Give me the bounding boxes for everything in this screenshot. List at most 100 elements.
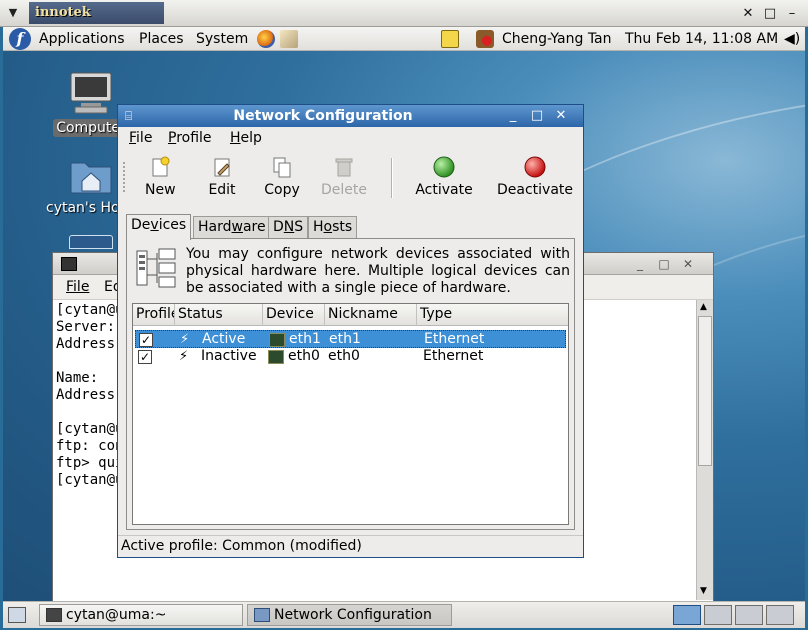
menu-system[interactable]: System	[196, 27, 248, 51]
tab-hosts[interactable]: Hosts	[308, 216, 358, 239]
tab-dns[interactable]: DNS	[268, 216, 309, 239]
maximize-icon[interactable]: □	[528, 107, 546, 125]
close-icon[interactable]: ✕	[552, 107, 570, 125]
device-type: Ethernet	[423, 348, 484, 364]
menu-file[interactable]: File	[66, 279, 89, 295]
window-menu-icon[interactable]: ▼	[3, 4, 23, 22]
toolbar-separator	[391, 158, 393, 198]
netconf-toolbar: New Edit Copy Delete Activate Deactivate	[118, 152, 583, 206]
minimize-icon[interactable]: –	[783, 5, 801, 23]
devices-tab-panel: You may configure network devices associ…	[126, 238, 575, 530]
top-panel: f Applications Places System Cheng-Yang …	[3, 27, 805, 51]
network-icon: ⌸	[125, 109, 133, 123]
terminal-icon	[46, 608, 62, 622]
task-label: Network Configuration	[274, 607, 432, 623]
menu-places[interactable]: Places	[139, 27, 184, 51]
home-folder-icon	[70, 162, 112, 194]
device-row[interactable]: ✓ ⚡ Active eth1 eth1 Ethernet	[135, 330, 566, 348]
menu-profile[interactable]: Profile	[168, 130, 212, 146]
copy-button[interactable]: Copy	[263, 156, 301, 204]
scroll-down-icon[interactable]: ▼	[700, 586, 707, 596]
green-light-icon	[433, 156, 455, 178]
new-document-icon	[152, 156, 170, 177]
update-notifier-icon[interactable]	[476, 30, 494, 48]
notes-icon[interactable]	[441, 30, 459, 48]
device-type: Ethernet	[424, 331, 485, 347]
netconf-titlebar[interactable]: Network Configuration ⌸ _ □ ✕	[118, 105, 583, 127]
workspace-2[interactable]	[704, 605, 732, 625]
column-profile[interactable]: Profile	[133, 304, 175, 326]
firefox-icon[interactable]	[257, 30, 275, 48]
network-icon	[254, 608, 270, 622]
profile-checkbox[interactable]: ✓	[139, 333, 153, 347]
network-configuration-window[interactable]: Network Configuration ⌸ _ □ ✕ File Profi…	[117, 104, 584, 558]
minimize-icon[interactable]: _	[631, 255, 649, 273]
netconf-menubar: File Profile Help	[118, 127, 583, 151]
task-network-configuration[interactable]: Network Configuration	[247, 604, 452, 626]
window-title: Network Configuration	[233, 108, 413, 124]
device-nickname: eth1	[329, 331, 361, 347]
drive-icon[interactable]	[69, 235, 113, 249]
deactivate-button[interactable]: Deactivate	[495, 156, 575, 204]
device-name: eth0	[288, 348, 320, 364]
terminal-scrollbar[interactable]: ▲ ▼	[696, 300, 713, 600]
mail-icon[interactable]	[280, 30, 298, 48]
toolbar-grip[interactable]	[123, 162, 127, 192]
show-desktop-icon[interactable]	[8, 607, 26, 623]
disconnected-plug-icon: ⚡	[179, 349, 189, 364]
status-bar: Active profile: Common (modified)	[118, 535, 583, 557]
menu-applications[interactable]: Applications	[39, 27, 125, 51]
column-nickname[interactable]: Nickname	[325, 304, 417, 326]
device-list[interactable]: Profile Status Device Nickname Type ✓ ⚡ Ac…	[132, 303, 569, 525]
task-terminal[interactable]: cytan@uma:~	[39, 604, 243, 626]
minimize-icon[interactable]: _	[504, 107, 522, 125]
tab-hardware[interactable]: Hardware	[193, 216, 271, 239]
maximize-icon[interactable]: □	[655, 255, 673, 273]
fedora-logo-icon[interactable]: f	[9, 28, 31, 50]
edit-button[interactable]: Edit	[207, 156, 237, 204]
workspace-3[interactable]	[735, 605, 763, 625]
edit-icon	[214, 158, 230, 177]
tab-devices[interactable]: Devices	[126, 214, 192, 240]
virtualbox-titlebar: ▼ innotek VirtualBox ✕ □ –	[0, 0, 808, 42]
menu-help[interactable]: Help	[230, 130, 262, 146]
clock[interactable]: Thu Feb 14, 11:08 AM	[625, 27, 778, 51]
user-name[interactable]: Cheng-Yang Tan	[502, 27, 612, 51]
scrollbar-thumb[interactable]	[698, 316, 712, 466]
volume-icon[interactable]: ◀)	[784, 29, 802, 49]
workspace-4[interactable]	[766, 605, 794, 625]
restore-icon[interactable]: □	[761, 5, 779, 23]
delete-button[interactable]: Delete	[319, 156, 369, 204]
scroll-up-icon[interactable]: ▲	[700, 302, 707, 312]
device-row[interactable]: ✓ ⚡ Inactive eth0 eth0 Ethernet	[135, 348, 566, 366]
device-name: eth1	[289, 331, 321, 347]
profile-checkbox[interactable]: ✓	[138, 350, 152, 364]
device-list-header: Profile Status Device Nickname Type	[133, 304, 568, 326]
connected-plug-icon: ⚡	[180, 332, 190, 347]
copy-icon	[273, 157, 291, 178]
trash-icon	[335, 158, 353, 177]
task-label: cytan@uma:~	[66, 607, 167, 623]
device-nickname: eth0	[328, 348, 360, 364]
column-type[interactable]: Type	[417, 304, 568, 326]
devices-description: You may configure network devices associ…	[186, 246, 570, 296]
device-status: Active	[202, 331, 246, 347]
terminal-icon	[61, 257, 77, 271]
column-device[interactable]: Device	[263, 304, 325, 326]
red-light-icon	[524, 156, 546, 178]
virtualbox-title: innotek VirtualBox	[29, 2, 164, 42]
new-button[interactable]: New	[145, 156, 176, 204]
computer-icon	[70, 72, 112, 114]
menu-file[interactable]: File	[129, 130, 152, 146]
activate-button[interactable]: Activate	[412, 156, 476, 204]
close-icon[interactable]: ✕	[739, 5, 757, 23]
network-devices-icon	[136, 248, 176, 288]
device-status: Inactive	[201, 348, 257, 364]
column-status[interactable]: Status	[175, 304, 263, 326]
network-card-icon	[269, 333, 285, 347]
bottom-panel: cytan@uma:~ Network Configuration	[3, 601, 805, 628]
netconf-tabs: Devices Hardware DNS Hosts	[126, 214, 575, 240]
network-card-icon	[268, 350, 284, 364]
workspace-1[interactable]	[673, 605, 701, 625]
close-icon[interactable]: ✕	[679, 255, 697, 273]
